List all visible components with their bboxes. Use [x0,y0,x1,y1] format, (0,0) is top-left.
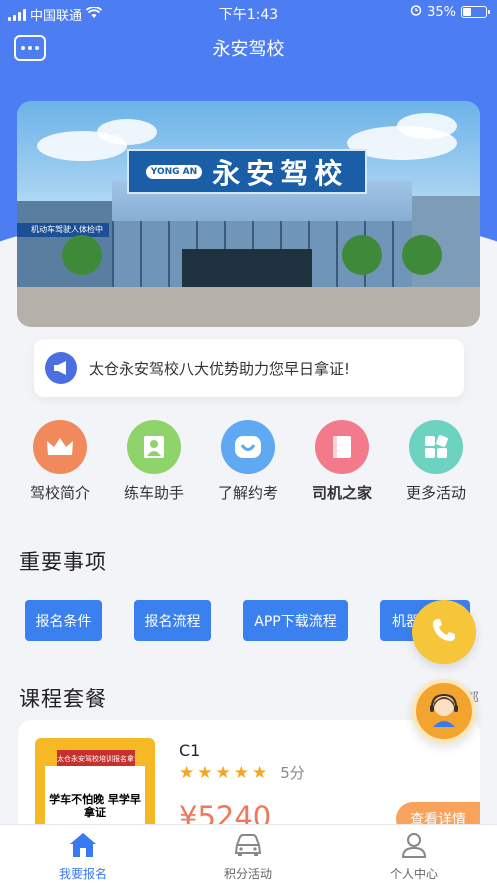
nav-bar: 永安驾校 [0,26,497,70]
quick-label: 司机之家 [311,484,372,502]
status-bar: 中国联通 下午1:43 35% [0,0,497,26]
section-title-important: 重要事项 [19,550,107,574]
book-icon [315,420,369,474]
course-rating: ★ ★ ★ ★ ★ 5分 [179,762,305,783]
quick-item-practice-helper[interactable]: 练车助手 [109,420,199,503]
car-icon [232,834,264,863]
coach-icon [127,420,181,474]
school-sign-text: 永安驾校 [212,156,349,190]
tab-profile[interactable]: 个人中心 [354,831,474,882]
section-title-courses: 课程套餐 [19,687,107,711]
quick-label: 更多活动 [405,484,466,502]
notice-bar[interactable]: 太仓永安驾校八大优势助力您早日拿证! [34,339,464,397]
battery-percent: 35% [427,4,456,20]
customer-service-icon [424,689,464,733]
quick-label: 了解约考 [217,484,278,502]
school-sign: YONG AN 永安驾校 [127,149,367,194]
user-icon [399,833,429,863]
phone-icon [430,616,458,648]
customer-service-button[interactable] [412,679,476,743]
star-icon: ★ [233,762,249,783]
tab-label: 个人中心 [389,867,438,881]
quick-label: 练车助手 [123,484,184,502]
quick-item-exam-booking[interactable]: 了解约考 [203,420,293,503]
banner-image[interactable]: YONG AN 永安驾校 机动车驾驶人体检中 [17,101,480,327]
school-logo: YONG AN [145,164,203,179]
tag-enroll-conditions[interactable]: 报名条件 [25,600,102,641]
tag-enroll-process[interactable]: 报名流程 [134,600,211,641]
megaphone-icon [45,352,77,384]
star-icon: ★ [197,762,213,783]
tag-app-download[interactable]: APP下载流程 [243,600,348,641]
tab-enroll[interactable]: 我要报名 [23,831,143,882]
notice-text: 太仓永安驾校八大优势助力您早日拿证! [89,359,351,378]
star-icon: ★ [215,762,231,783]
quick-menu: 驾校简介 练车助手 了解约考 司机之家 更多活动 [0,420,497,510]
battery-icon [461,6,490,18]
apps-icon [409,420,463,474]
quick-item-school-intro[interactable]: 驾校简介 [15,420,105,503]
course-score: 5分 [280,764,305,782]
quick-item-more-activities[interactable]: 更多活动 [391,420,481,503]
call-button[interactable] [412,600,476,664]
quick-item-driver-home[interactable]: 司机之家 [297,420,387,503]
quick-label: 驾校简介 [29,484,90,502]
tab-label: 我要报名 [58,867,107,881]
alarm-icon [410,4,422,20]
course-name: C1 [179,741,201,760]
smile-icon [221,420,275,474]
tab-points[interactable]: 积分活动 [188,831,308,882]
star-icon: ★ [179,762,195,783]
tab-label: 积分活动 [223,867,272,881]
star-icon: ★ [252,762,268,783]
page-title: 永安驾校 [212,39,285,60]
tab-bar: 我要报名 积分活动 个人中心 [0,824,497,883]
crown-icon [33,420,87,474]
home-icon [68,833,98,863]
